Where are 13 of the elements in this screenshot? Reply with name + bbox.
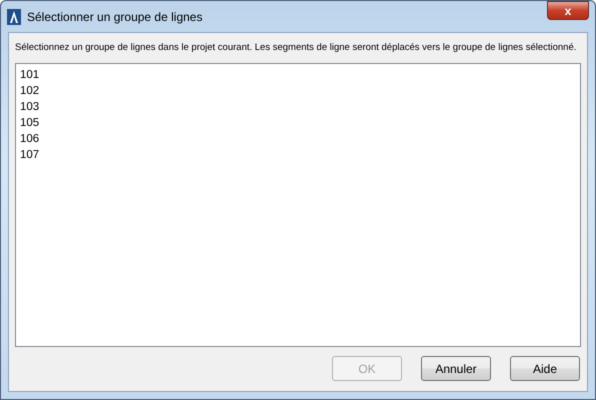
app-logo-icon <box>7 8 21 24</box>
list-item[interactable]: 102 <box>19 83 577 99</box>
instruction-text: Sélectionnez un groupe de lignes dans le projet courant. Les segments de ligne seront déplacés vers le groupe de lignes sélectionné. <box>15 41 576 55</box>
window-title: Sélectionner un groupe de lignes <box>27 8 202 26</box>
line-group-list[interactable]: 101 102 103 105 106 107 <box>15 63 581 347</box>
dialog-button[interactable]: Annuler <box>421 356 491 381</box>
list-item[interactable]: 103 <box>19 99 577 115</box>
list-item[interactable]: 101 <box>19 67 577 83</box>
close-button[interactable]: x <box>547 1 589 20</box>
list-item[interactable]: 105 <box>19 115 577 131</box>
list-item[interactable]: 107 <box>19 147 577 163</box>
dialog-button[interactable]: Aide <box>510 356 580 381</box>
list-item[interactable]: 106 <box>19 131 577 147</box>
